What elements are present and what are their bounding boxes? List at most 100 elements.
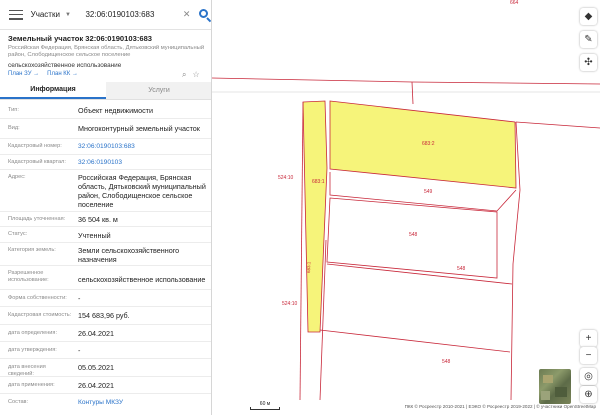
cad-number-link[interactable]: 32:06:0190103:683 bbox=[78, 142, 206, 151]
info-row-address: Адрес: Российская Федерация, Брянская об… bbox=[0, 170, 211, 212]
info-value: Российская Федерация, Брянская область, … bbox=[78, 173, 206, 209]
label-548: 548 bbox=[409, 232, 418, 238]
satellite-patch bbox=[543, 375, 553, 383]
parcel-use: сельскохозяйственное использование bbox=[8, 62, 122, 69]
label-549: 549 bbox=[424, 189, 433, 195]
search-icon[interactable] bbox=[198, 8, 211, 22]
info-value: 26.04.2021 bbox=[78, 381, 114, 390]
zoom-in-button[interactable]: + bbox=[580, 330, 597, 347]
map-attribution: ПКК © Росреестр 2010-2021 | ЕЭКО © Росре… bbox=[404, 404, 596, 409]
info-value: Объект недвижимости bbox=[78, 106, 153, 115]
header-actions: ⌕ ☆ bbox=[182, 70, 200, 80]
label-664: 664 bbox=[510, 0, 519, 6]
tab-information[interactable]: Информация bbox=[0, 82, 106, 99]
info-value: - bbox=[78, 346, 81, 355]
scale-bar: 60 м bbox=[250, 401, 280, 410]
search-zoom-icon[interactable]: ⌕ bbox=[182, 70, 186, 80]
layers-icon[interactable]: ◆ bbox=[580, 8, 597, 25]
plan-kk-link[interactable]: План КК → bbox=[47, 71, 78, 77]
cad-quarter-link[interactable]: 32:06:0190103 bbox=[78, 158, 206, 167]
info-row-cad-quarter: Кадастровый квартал: 32:06:0190103 bbox=[0, 155, 211, 170]
parcel-boundary bbox=[299, 101, 304, 401]
info-row-kind: Вид: Многоконтурный земельный участок bbox=[0, 119, 211, 139]
info-label: Состав: bbox=[8, 399, 29, 405]
star-icon[interactable]: ☆ bbox=[192, 70, 199, 80]
label-548: 548 bbox=[442, 359, 451, 365]
parcel-683-1[interactable] bbox=[302, 100, 328, 333]
info-row-category: Категория земель: Земли сельскохозяйстве… bbox=[0, 243, 211, 266]
parcel-boundary bbox=[212, 77, 600, 85]
search-type-label: Участки bbox=[30, 10, 60, 19]
info-label: Кадастровый номер: bbox=[8, 143, 62, 149]
info-label: Кадастровый квартал: bbox=[8, 159, 66, 165]
info-row-cad-value: Кадастровая стоимость: 154 683,96 руб. bbox=[0, 307, 211, 325]
info-label: Кадастровая стоимость: bbox=[8, 312, 72, 318]
satellite-patch bbox=[555, 387, 567, 397]
info-label: Площадь уточненная: bbox=[8, 216, 66, 222]
info-row-ownership: Форма собственности: - bbox=[0, 290, 211, 307]
clear-icon[interactable]: ✕ bbox=[183, 9, 191, 20]
info-row-date-applied: дата применения: 26.04.2021 bbox=[0, 377, 211, 394]
scale-line bbox=[250, 407, 280, 410]
label-524-10: 524:10 bbox=[282, 301, 298, 307]
target-icon[interactable]: ◎ bbox=[580, 368, 597, 385]
search-input[interactable]: 32:06:0190103:683 bbox=[85, 10, 178, 19]
info-value: Учтенный bbox=[78, 231, 111, 240]
label-683-1: 683:1 bbox=[312, 179, 325, 185]
info-row-date-determined: дата определения: 26.04.2021 bbox=[0, 325, 211, 342]
search-type-select[interactable]: Участки ▼ bbox=[31, 10, 72, 19]
info-label: дата внесения сведений: bbox=[8, 364, 46, 377]
label-683-1-lower: 683:1 bbox=[306, 261, 311, 273]
info-row-composition: Состав: Контуры МКЗУ bbox=[0, 394, 211, 412]
parcel-boundary bbox=[326, 263, 513, 285]
parcel-title: Земельный участок 32:06:0190103:683 bbox=[8, 34, 153, 43]
info-row-date-approved: дата утверждения: - bbox=[0, 342, 211, 359]
info-label: Адрес: bbox=[8, 174, 26, 180]
contours-link[interactable]: Контуры МКЗУ bbox=[78, 398, 206, 407]
parcel-548[interactable] bbox=[326, 197, 498, 279]
crosshair-icon[interactable]: ✣ bbox=[580, 54, 597, 71]
info-row-permitted-use: Разрешенное использование: сельскохозяйс… bbox=[0, 266, 211, 290]
zoom-out-button[interactable]: − bbox=[580, 347, 597, 364]
info-panel: Участки ▼ 32:06:0190103:683 ✕ Земельный … bbox=[0, 0, 212, 415]
info-value: - bbox=[78, 294, 81, 303]
info-value: Земли сельскохозяйственного назначения bbox=[78, 246, 180, 264]
info-value: сельскохозяйственное использование bbox=[78, 275, 206, 284]
parcel-boundary bbox=[515, 121, 600, 129]
info-value: 26.04.2021 bbox=[78, 329, 114, 338]
info-row-type: Тип: Объект недвижимости bbox=[0, 102, 211, 119]
parcel-address: Российская Федерация, Брянская область, … bbox=[8, 45, 205, 58]
plus-circle-icon[interactable]: ⊕ bbox=[580, 386, 597, 403]
info-label: Категория земель: bbox=[8, 247, 56, 253]
info-label: Статус: bbox=[8, 231, 28, 237]
label-548: 548 bbox=[457, 266, 466, 272]
info-value: 05.05.2021 bbox=[78, 363, 114, 372]
info-label: дата применения: bbox=[8, 382, 55, 388]
label-683-2: 683:2 bbox=[422, 141, 435, 147]
info-label: Вид: bbox=[8, 125, 20, 131]
info-label: дата определения: bbox=[8, 330, 58, 336]
parcel-boundary bbox=[411, 81, 414, 105]
chevron-down-icon: ▼ bbox=[64, 11, 71, 18]
info-value: Многоконтурный земельный участок bbox=[78, 124, 200, 133]
ruler-icon[interactable]: ✎ bbox=[580, 31, 597, 48]
info-row-area: Площадь уточненная: 36 504 кв. м bbox=[0, 212, 211, 227]
plan-zu-link[interactable]: План ЗУ → bbox=[8, 71, 39, 77]
label-524-10: 524:10 bbox=[278, 175, 294, 181]
plan-links: План ЗУ → План КК → bbox=[8, 71, 78, 77]
menu-icon[interactable] bbox=[9, 9, 23, 20]
info-label: дата утверждения: bbox=[8, 347, 57, 353]
tab-services[interactable]: Услуги bbox=[106, 82, 211, 99]
map-canvas[interactable]: 664 683:2 683:1 683:1 524:10 524:10 549 … bbox=[212, 0, 600, 415]
parcel-header: Земельный участок 32:06:0190103:683 Росс… bbox=[8, 34, 206, 69]
info-row-status: Статус: Учтенный bbox=[0, 227, 211, 243]
info-value: 154 683,96 руб. bbox=[78, 311, 130, 320]
info-label: Форма собственности: bbox=[8, 295, 67, 301]
info-value: 36 504 кв. м bbox=[78, 215, 118, 224]
info-label: Тип: bbox=[8, 107, 19, 113]
info-row-cad-number: Кадастровый номер: 32:06:0190103:683 bbox=[0, 139, 211, 155]
map-svg: 664 683:2 683:1 683:1 524:10 524:10 549 … bbox=[212, 0, 600, 401]
tabs: Информация Услуги bbox=[0, 82, 211, 100]
parcel-boundary bbox=[319, 329, 511, 353]
basemap-switcher[interactable] bbox=[539, 369, 571, 404]
